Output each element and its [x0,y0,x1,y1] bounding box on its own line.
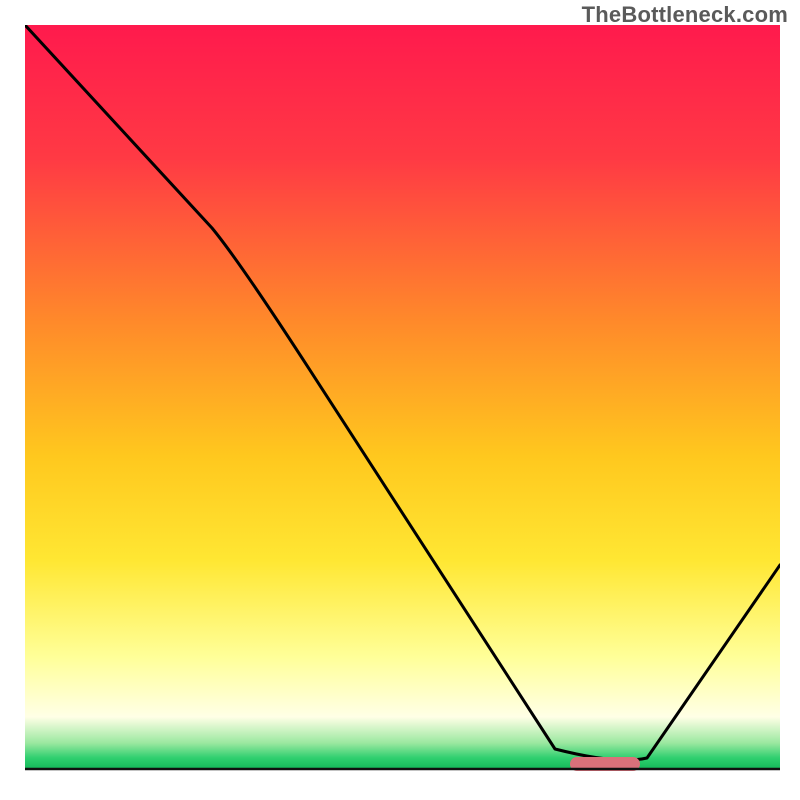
plot-background [25,25,780,769]
chart-svg [0,0,800,800]
bottleneck-chart: TheBottleneck.com [0,0,800,800]
watermark-label: TheBottleneck.com [582,2,788,28]
